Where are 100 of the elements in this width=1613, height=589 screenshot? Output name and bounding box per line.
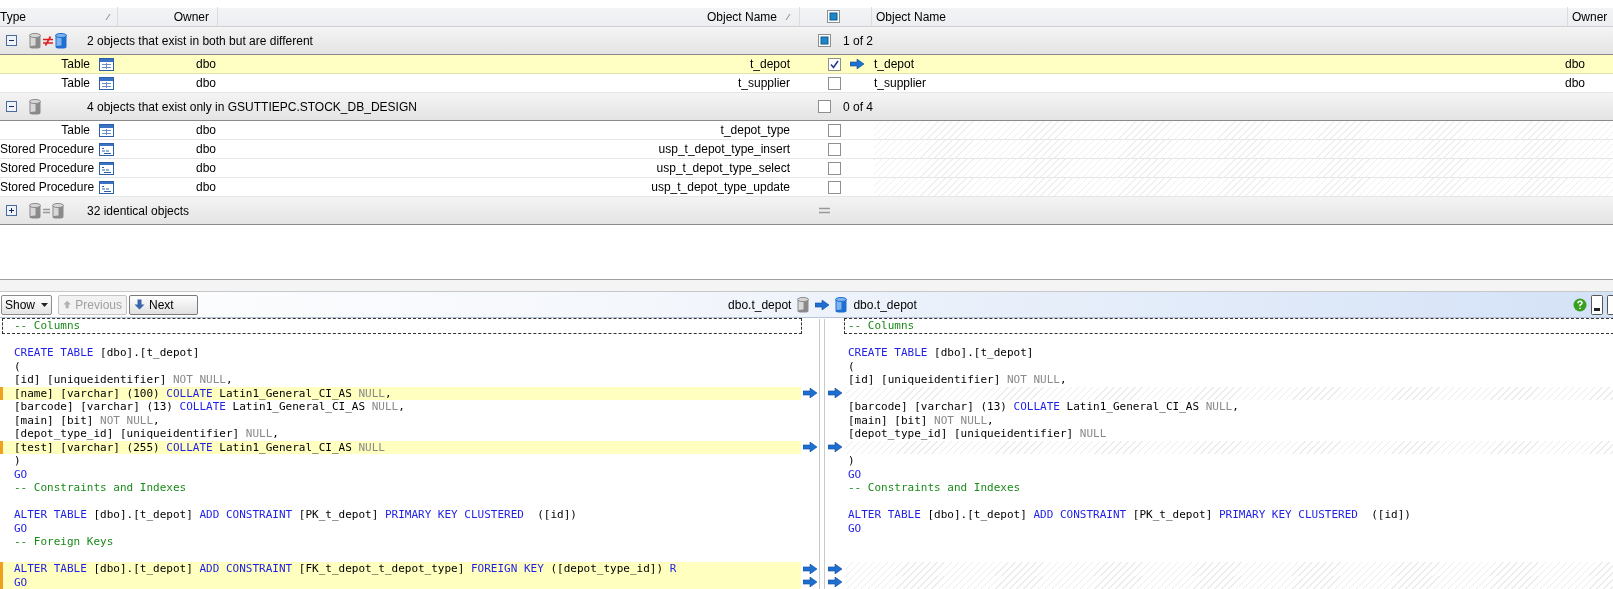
- table-cell-text: t_supplier: [874, 75, 928, 92]
- procedure-icon: [98, 161, 114, 175]
- table-cell-text: dbo: [195, 179, 218, 196]
- show-dropdown[interactable]: Show: [1, 294, 53, 315]
- table-cell-text: Table: [60, 122, 90, 139]
- selection-count: 1 of 2: [843, 32, 874, 50]
- database-icon: [55, 32, 67, 49]
- code-line: GO: [14, 575, 28, 589]
- code-line: GO: [848, 521, 862, 535]
- table-icon: [98, 123, 114, 137]
- database-icon: [835, 296, 848, 313]
- group-label: 32 identical objects: [87, 202, 191, 220]
- table-cell-text: dbo: [195, 122, 218, 139]
- table-cell-text: dbo: [195, 160, 218, 177]
- checkbox[interactable]: [828, 161, 841, 175]
- column-header[interactable]: Owner: [1572, 7, 1608, 26]
- checkbox[interactable]: [818, 100, 831, 113]
- caret-icon: [41, 302, 49, 307]
- database-icon: [797, 296, 810, 313]
- table-cell-text: dbo: [195, 141, 218, 158]
- code-line: GO: [14, 521, 28, 535]
- expand-icon[interactable]: [6, 205, 17, 216]
- table-cell-text: usp_t_depot_type_insert: [657, 141, 790, 158]
- object-label: dbo.t_depot: [853, 296, 917, 314]
- table-icon: [98, 57, 114, 71]
- code-line: [barcode] [varchar] (13) COLLATE Latin1_General_CI_AS NULL,: [14, 400, 405, 413]
- selection-count: 0 of 4: [843, 98, 874, 116]
- code-line: [id] [uniqueidentifier] NOT NULL,: [14, 373, 233, 386]
- not-equal-icon: [42, 35, 54, 46]
- code-line: CREATE TABLE [dbo].[t_depot]: [14, 346, 200, 359]
- procedure-icon: [98, 180, 114, 194]
- group-row[interactable]: 2 objects that exist in both but are different 1 of 2: [0, 27, 1613, 55]
- procedure-icon: [98, 142, 114, 156]
- table-cell-text: dbo: [195, 75, 218, 92]
- code-line: GO: [14, 467, 28, 481]
- code-line: [main] [bit] NOT NULL,: [848, 413, 994, 427]
- code-line: -- Columns: [14, 319, 81, 332]
- table-cell-text: usp_t_depot_type_select: [655, 160, 790, 177]
- table-cell-text: dbo: [1565, 56, 1587, 73]
- code-line: -- Columns: [848, 319, 915, 332]
- column-header[interactable]: Type: [0, 7, 26, 26]
- code-line: -- Constraints and Indexes: [848, 481, 1021, 494]
- code-line: -- Constraints and Indexes: [14, 481, 187, 494]
- code-line: CREATE TABLE [dbo].[t_depot]: [848, 346, 1034, 359]
- collapse-icon[interactable]: [6, 35, 17, 46]
- database-icon: [29, 32, 41, 49]
- table-cell-text: Table: [60, 56, 90, 73]
- checkbox[interactable]: [828, 57, 841, 71]
- table-row[interactable]: Stored Procedure dbo usp_t_depot_type_update: [0, 178, 1613, 197]
- group-row[interactable]: 4 objects that exist only in GSUTTIEPC.STOCK_DB_DESIGN 0 of 4: [0, 93, 1613, 121]
- code-line: [depot_type_id] [uniqueidentifier] NULL: [848, 427, 1107, 440]
- code-line: ): [848, 454, 855, 467]
- column-header[interactable]: Object Name: [706, 7, 777, 26]
- checkbox[interactable]: [828, 123, 841, 137]
- table-row[interactable]: Stored Procedure dbo usp_t_depot_type_select: [0, 159, 1613, 178]
- down-arrow-icon: [134, 299, 146, 310]
- sort-icon: [785, 12, 791, 21]
- table-cell-text: t_depot: [874, 56, 916, 73]
- code-line: ALTER TABLE [dbo].[t_depot] ADD CONSTRAINT [PK_t_depot] PRIMARY KEY CLUSTERED ([id]): [14, 508, 577, 521]
- database-icon: [29, 202, 41, 219]
- checkbox[interactable]: [818, 34, 831, 47]
- group-label: 2 objects that exist in both but are different: [87, 32, 314, 50]
- code-line: [barcode] [varchar] (13) COLLATE Latin1_General_CI_AS NULL,: [848, 400, 1239, 413]
- checkbox[interactable]: [828, 180, 841, 194]
- code-line: GO: [848, 467, 862, 481]
- table-cell-text: usp_t_depot_type_update: [650, 179, 790, 196]
- table-cell-text: dbo: [195, 56, 218, 73]
- up-arrow-icon: [63, 299, 72, 310]
- checkbox[interactable]: [828, 76, 841, 90]
- database-icon: [29, 98, 41, 115]
- table-row[interactable]: Table dbo t_depot_type: [0, 121, 1613, 140]
- arrow-icon: [815, 299, 830, 310]
- sort-icon: [105, 12, 111, 21]
- code-line: ALTER TABLE [dbo].[t_depot] ADD CONSTRAINT [PK_t_depot] PRIMARY KEY CLUSTERED ([id]): [848, 508, 1411, 521]
- column-header[interactable]: Owner: [173, 7, 209, 26]
- equals-icon: [42, 206, 51, 215]
- code-line: [id] [uniqueidentifier] NOT NULL,: [848, 373, 1067, 386]
- checkbox[interactable]: [827, 10, 840, 23]
- code-line: -- Foreign Keys: [14, 535, 114, 548]
- table-cell-text: t_depot_type: [719, 122, 790, 139]
- code-line: [name] [varchar] (100) COLLATE Latin1_General_CI_AS NULL,: [14, 386, 392, 400]
- code-line: ): [14, 454, 21, 467]
- collapse-icon[interactable]: [6, 101, 17, 112]
- object-label: dbo.t_depot: [728, 296, 792, 314]
- code-line: [main] [bit] NOT NULL,: [14, 413, 160, 427]
- minimize-icon[interactable]: [1591, 294, 1603, 315]
- next-button[interactable]: Next: [129, 294, 199, 315]
- column-header[interactable]: Object Name: [876, 7, 947, 26]
- code-line: [depot_type_id] [uniqueidentifier] NULL,: [14, 427, 279, 440]
- table-row[interactable]: Stored Procedure dbo usp_t_depot_type_insert: [0, 140, 1613, 159]
- code-line: (: [848, 359, 855, 373]
- checkbox[interactable]: [828, 142, 841, 156]
- selected-row[interactable]: Table dbo t_depot t_depot dbo: [0, 55, 1613, 74]
- group-row[interactable]: 32 identical objects: [0, 197, 1613, 225]
- table-row[interactable]: Table dbo t_supplier t_supplier dbo: [0, 74, 1613, 93]
- code-line: (: [14, 359, 21, 373]
- arrow-icon: [850, 59, 864, 69]
- table-cell-text: t_supplier: [736, 75, 790, 92]
- panel-icon[interactable]: [1607, 294, 1613, 315]
- code-line: ALTER TABLE [dbo].[t_depot] ADD CONSTRAINT [FK_t_depot_t_depot_type] FOREIGN KEY ([depot_type_id]) R: [14, 562, 677, 575]
